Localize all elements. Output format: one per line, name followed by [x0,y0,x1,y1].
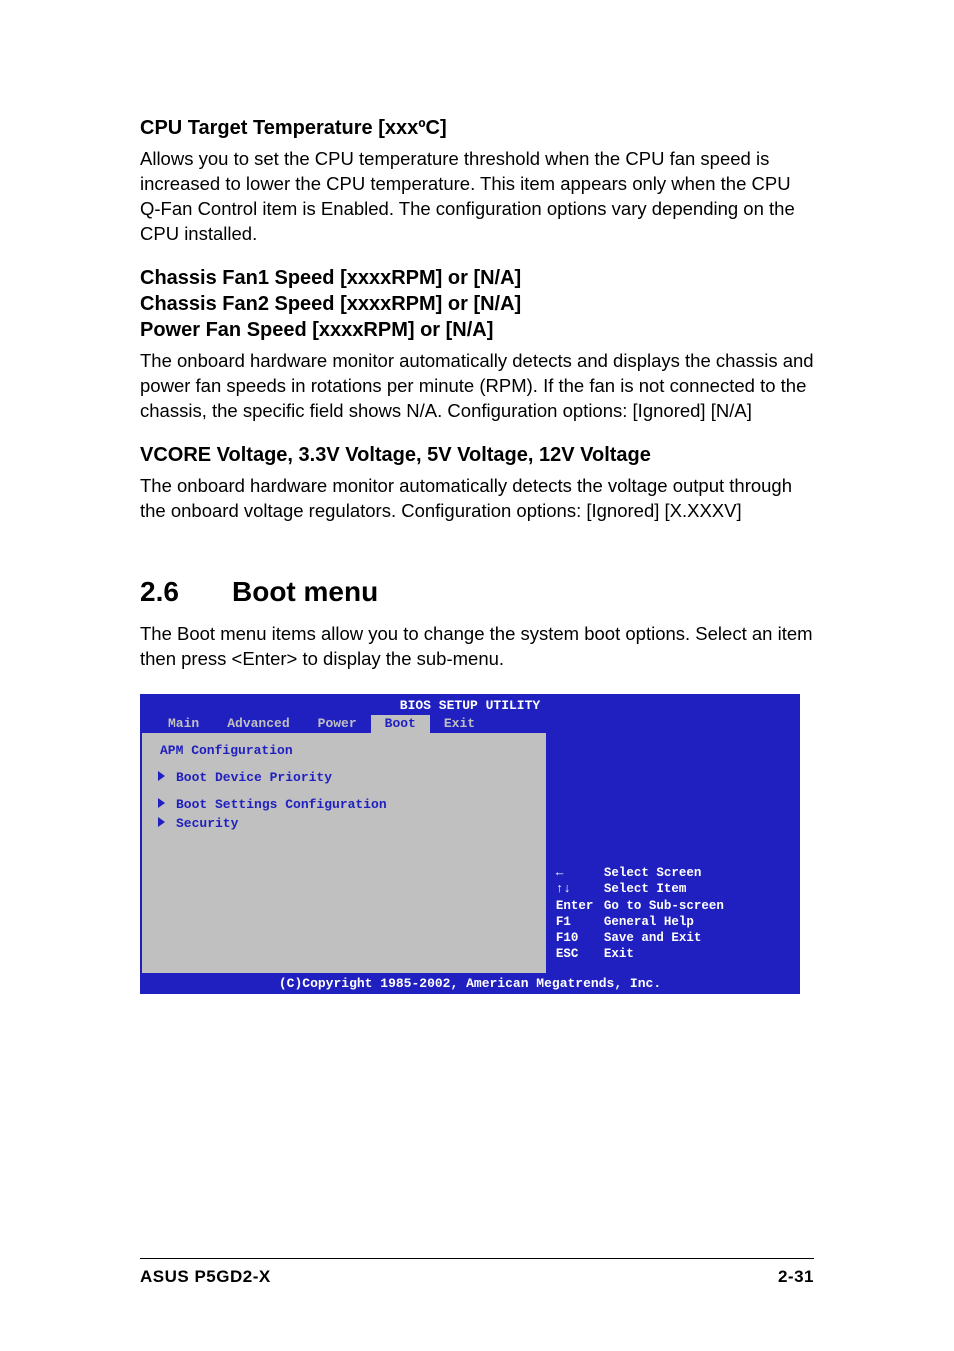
bios-item-label: Boot Settings Configuration [176,797,387,812]
bios-screenshot: BIOS SETUP UTILITY Main Advanced Power B… [140,694,800,994]
bios-tab-main[interactable]: Main [154,715,213,733]
help-key: ↑↓ [556,881,598,897]
footer-left: ASUS P5GD2-X [140,1267,271,1287]
fan-speed-section: Chassis Fan1 Speed [xxxxRPM] or [N/A] Ch… [140,265,814,424]
cpu-target-body: Allows you to set the CPU temperature th… [140,147,814,247]
bios-item-security[interactable]: Security [152,814,536,833]
powerfan-heading: Power Fan Speed [xxxxRPM] or [N/A] [140,317,814,343]
help-row: Enter Go to Sub-screen [556,898,790,914]
bios-item-label: Boot Device Priority [176,770,332,785]
help-row: F1 General Help [556,914,790,930]
bios-item-boot-settings[interactable]: Boot Settings Configuration [152,795,536,814]
bios-copyright: (C)Copyright 1985-2002, American Megatre… [140,973,800,994]
bios-item-boot-device-priority[interactable]: Boot Device Priority [152,768,536,787]
voltage-body: The onboard hardware monitor automatical… [140,474,814,524]
triangle-icon [158,817,165,827]
help-key: F10 [556,930,598,946]
help-key: F1 [556,914,598,930]
bios-tab-boot[interactable]: Boot [371,715,430,733]
voltage-heading: VCORE Voltage, 3.3V Voltage, 5V Voltage,… [140,442,814,468]
help-row: ESC Exit [556,946,790,962]
help-row: F10 Save and Exit [556,930,790,946]
bios-title: BIOS SETUP UTILITY [140,696,800,715]
bios-body: APM Configuration Boot Device Priority B… [140,733,800,973]
boot-menu-heading: 2.6Boot menu [140,576,814,608]
help-key: ← [556,865,598,881]
help-key: Enter [556,898,598,914]
help-text: Go to Sub-screen [604,898,724,914]
help-text: General Help [604,914,694,930]
help-key: ESC [556,946,598,962]
bios-left-pane: APM Configuration Boot Device Priority B… [142,733,546,973]
bios-tabs: Main Advanced Power Boot Exit [140,715,800,733]
boot-menu-body: The Boot menu items allow you to change … [140,622,814,672]
help-text: Select Screen [604,865,702,881]
bios-help: ← Select Screen ↑↓ Select Item Enter Go to … [556,865,790,963]
help-text: Select Item [604,881,687,897]
help-text: Save and Exit [604,930,702,946]
triangle-icon [158,771,165,781]
bios-tab-power[interactable]: Power [304,715,371,733]
page-footer: ASUS P5GD2-X 2-31 [140,1258,814,1287]
footer-right: 2-31 [778,1267,814,1287]
bios-header: BIOS SETUP UTILITY Main Advanced Power B… [140,694,800,733]
bios-tab-exit[interactable]: Exit [430,715,489,733]
fan-speed-body: The onboard hardware monitor automatical… [140,349,814,424]
triangle-icon [158,798,165,808]
fan2-heading: Chassis Fan2 Speed [xxxxRPM] or [N/A] [140,291,814,317]
section-number: 2.6 [140,576,232,608]
section-title: Boot menu [232,576,378,607]
fan1-heading: Chassis Fan1 Speed [xxxxRPM] or [N/A] [140,265,814,291]
bios-left-title: APM Configuration [152,741,536,760]
page-content: CPU Target Temperature [xxxºC] Allows yo… [0,0,954,994]
bios-tab-advanced[interactable]: Advanced [213,715,303,733]
bios-right-pane: ← Select Screen ↑↓ Select Item Enter Go to … [546,733,798,973]
bios-item-label: Security [176,816,238,831]
cpu-target-heading: CPU Target Temperature [xxxºC] [140,115,814,141]
help-row: ↑↓ Select Item [556,881,790,897]
bios-help-top [556,741,790,866]
help-row: ← Select Screen [556,865,790,881]
help-text: Exit [604,946,634,962]
